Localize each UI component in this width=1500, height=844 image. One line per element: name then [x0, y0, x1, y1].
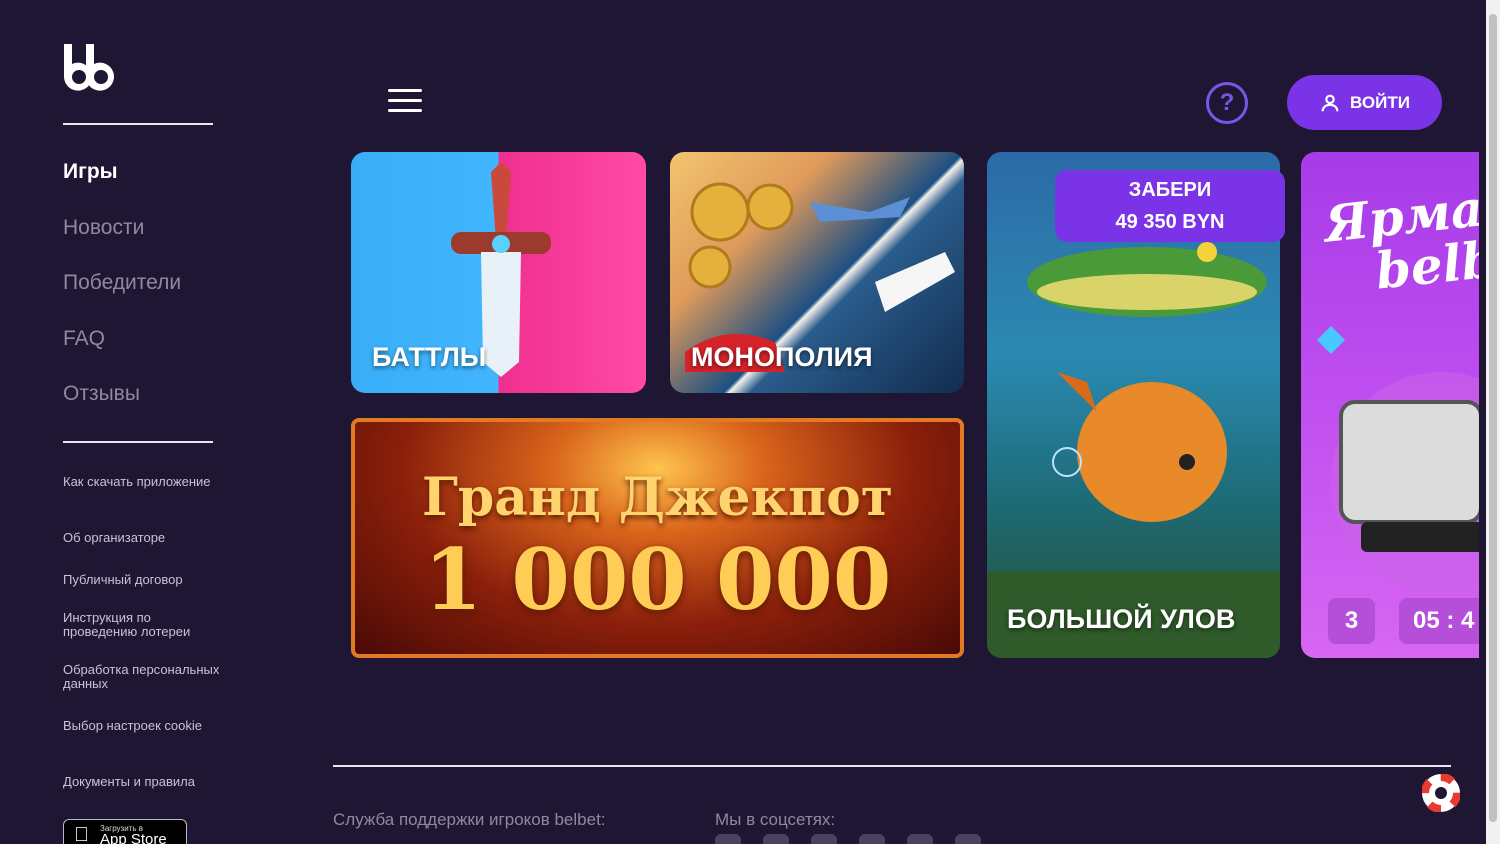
game-card-grand-jackpot[interactable]: Гранд Джекпот 1 000 000 [351, 418, 964, 658]
link-cookie-settings[interactable]: Выбор настроек cookie [63, 719, 223, 733]
apple-icon:  [74, 824, 89, 844]
scrollbar[interactable] [1486, 0, 1500, 844]
prize-badge: ЗАБЕРИ 49 350 BYN [1055, 170, 1285, 242]
tiktok-icon[interactable] [907, 834, 933, 844]
sidebar-item-games[interactable]: Игры [63, 160, 118, 184]
sidebar: Игры Новости Победители FAQ Отзывы Как с… [0, 0, 280, 844]
menu-icon[interactable] [388, 89, 422, 113]
ok-icon[interactable] [811, 834, 837, 844]
fair-count-box: 3 [1328, 598, 1375, 644]
support-lifebuoy-icon[interactable] [1421, 773, 1461, 813]
sidebar-item-winners[interactable]: Победители [63, 271, 181, 295]
telegram-icon[interactable] [955, 834, 981, 844]
link-lottery-instructions[interactable]: Инструкция по проведению лотереи [63, 611, 223, 639]
jackpot-amount: 1 000 000 [423, 530, 892, 629]
link-download-app[interactable]: Как скачать приложение [63, 475, 223, 489]
sidebar-item-reviews[interactable]: Отзывы [63, 382, 140, 406]
belbet-logo[interactable] [62, 42, 118, 92]
sidebar-divider-top [63, 123, 213, 125]
card-title-big-catch: БОЛЬШОЙ УЛОВ [1007, 604, 1236, 634]
link-documents-rules[interactable]: Документы и правила [63, 775, 223, 789]
fair-timer: 05 : 4 [1399, 598, 1479, 644]
help-button[interactable]: ? [1206, 82, 1248, 124]
grill-art [1317, 326, 1479, 592]
sidebar-item-faq[interactable]: FAQ [63, 327, 105, 351]
card-title-battles: БАТТЛЫ [372, 342, 487, 372]
appstore-button[interactable]:  Загрузить в App Store [63, 819, 187, 844]
card-title-monopoly: МОНОПОЛИЯ [691, 342, 873, 372]
prize-badge-amount: 49 350 BYN [1115, 211, 1225, 233]
login-button[interactable]: ВОЙТИ [1287, 75, 1442, 130]
social-label: Мы в соцсетях: [715, 810, 836, 829]
game-card-fair[interactable]: Ярма belb [1301, 152, 1479, 658]
login-label: ВОЙТИ [1350, 92, 1410, 112]
link-personal-data[interactable]: Обработка персональных данных [63, 663, 223, 691]
support-label: Служба поддержки игроков belbet: [333, 810, 606, 829]
vk-icon[interactable] [763, 834, 789, 844]
sidebar-item-news[interactable]: Новости [63, 216, 144, 240]
footer-divider [333, 765, 1451, 767]
appstore-big-label: App Store [100, 831, 167, 844]
sidebar-divider-bottom [63, 441, 213, 443]
user-icon [1321, 94, 1339, 111]
instagram-icon[interactable] [715, 834, 741, 844]
game-card-monopoly[interactable]: МОНОПОЛИЯ [670, 152, 964, 393]
link-public-contract[interactable]: Публичный договор [63, 573, 223, 587]
prize-badge-line1: ЗАБЕРИ [1128, 179, 1212, 201]
social-icons [715, 834, 981, 844]
scrollbar-thumb[interactable] [1489, 14, 1497, 822]
youtube-icon[interactable] [859, 834, 885, 844]
link-organizer[interactable]: Об организаторе [63, 531, 223, 545]
game-card-battles[interactable]: БАТТЛЫ [351, 152, 646, 393]
jackpot-title: Гранд Джекпот [421, 467, 894, 528]
